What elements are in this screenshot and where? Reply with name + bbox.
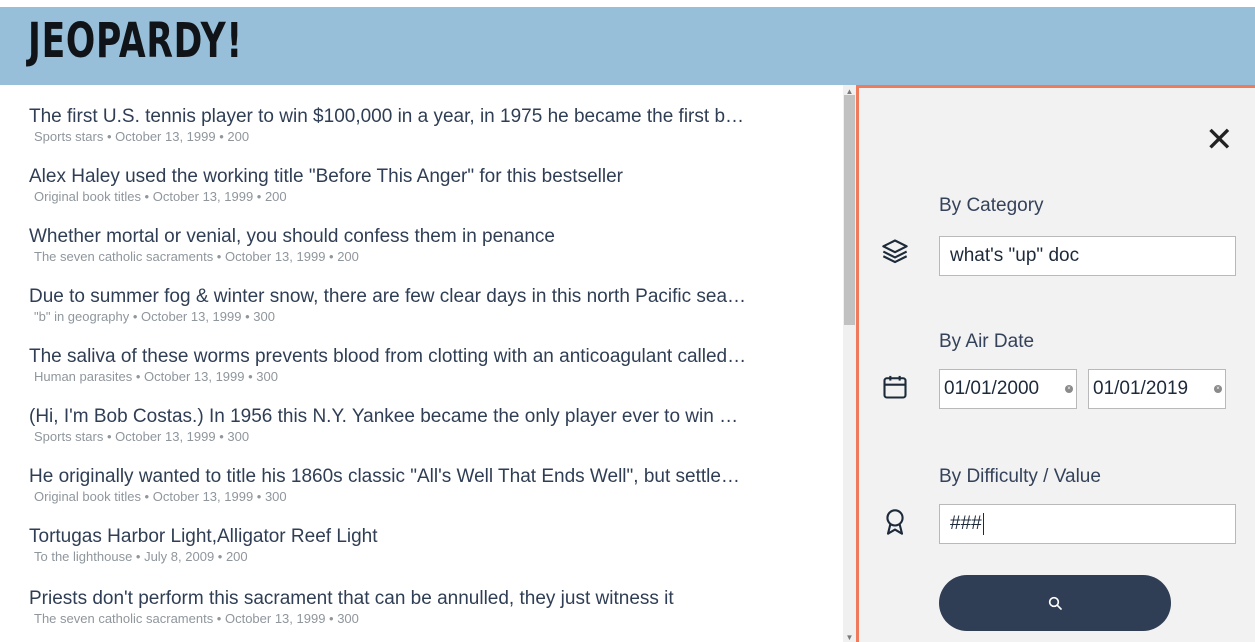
result-meta: The seven catholic sacraments • October … [34,249,359,264]
result-question: (Hi, I'm Bob Costas.) In 1956 this N.Y. … [29,406,739,427]
category-input[interactable]: what's "up" doc [939,236,1236,276]
category-label: By Category [939,195,1044,216]
result-question: Tortugas Harbor Light,Alligator Reef Lig… [29,526,378,547]
list-item[interactable]: Alex Haley used the working title "Befor… [29,165,829,204]
list-item[interactable]: He originally wanted to title his 1860s … [29,465,829,504]
air-date-from-input[interactable]: 01/01/2000 × [939,369,1077,409]
result-question: Priests don't perform this sacrament tha… [29,588,674,609]
list-item[interactable]: Due to summer fog & winter snow, there a… [29,285,829,324]
results-list: The first U.S. tennis player to win $100… [0,85,843,642]
result-question: The saliva of these worms prevents blood… [29,346,747,367]
clear-icon[interactable]: × [1214,385,1222,393]
result-question: Due to summer fog & winter snow, there a… [29,286,747,307]
air-date-to-value: 01/01/2019 [1093,378,1189,399]
scroll-down-arrow-icon[interactable]: ▼ [845,633,854,642]
result-meta: Sports stars • October 13, 1999 • 200 [34,129,250,144]
difficulty-value: ### [950,513,982,534]
air-date-label: By Air Date [939,331,1035,352]
result-meta: Original book titles • October 13, 1999 … [34,489,287,504]
difficulty-label: By Difficulty / Value [939,466,1101,487]
result-meta: Original book titles • October 13, 1999 … [34,189,287,204]
text-caret [982,512,984,535]
calendar-icon [883,375,907,399]
result-meta: Human parasites • October 13, 1999 • 300 [34,369,278,384]
clear-icon[interactable]: × [1065,385,1073,393]
filter-panel: ✕ By Category what's "up" doc By Air Dat… [856,85,1255,642]
close-icon[interactable]: ✕ [1205,123,1234,157]
result-question: He originally wanted to title his 1860s … [29,466,740,487]
air-date-from-value: 01/01/2000 [944,378,1040,399]
results-scrollbar[interactable]: ▲ ▼ [843,85,856,642]
list-item[interactable]: Tortugas Harbor Light,Alligator Reef Lig… [29,525,829,564]
result-question: Alex Haley used the working title "Befor… [29,166,623,187]
search-button[interactable] [939,575,1171,631]
result-meta: The seven catholic sacraments • October … [34,611,359,626]
list-item[interactable]: The saliva of these worms prevents blood… [29,345,829,384]
award-icon [886,509,904,535]
result-meta: "b" in geography • October 13, 1999 • 30… [34,309,275,324]
list-item[interactable]: Priests don't perform this sacrament tha… [29,587,829,626]
search-icon [1048,596,1062,610]
list-item[interactable]: The first U.S. tennis player to win $100… [29,105,829,144]
difficulty-input[interactable]: ### [939,504,1236,544]
result-meta: Sports stars • October 13, 1999 • 300 [34,429,250,444]
result-question: Whether mortal or venial, you should con… [29,226,555,247]
list-item[interactable]: (Hi, I'm Bob Costas.) In 1956 this N.Y. … [29,405,829,444]
scroll-thumb[interactable] [844,95,855,325]
jeopardy-logo[interactable]: JEOPARDY! [28,17,243,65]
result-meta: To the lighthouse • July 8, 2009 • 200 [34,549,248,564]
list-item[interactable]: Whether mortal or venial, you should con… [29,225,829,264]
result-question: The first U.S. tennis player to win $100… [29,106,745,127]
layers-icon [882,239,908,264]
header: JEOPARDY! [0,7,1255,85]
air-date-to-input[interactable]: 01/01/2019 × [1088,369,1226,409]
